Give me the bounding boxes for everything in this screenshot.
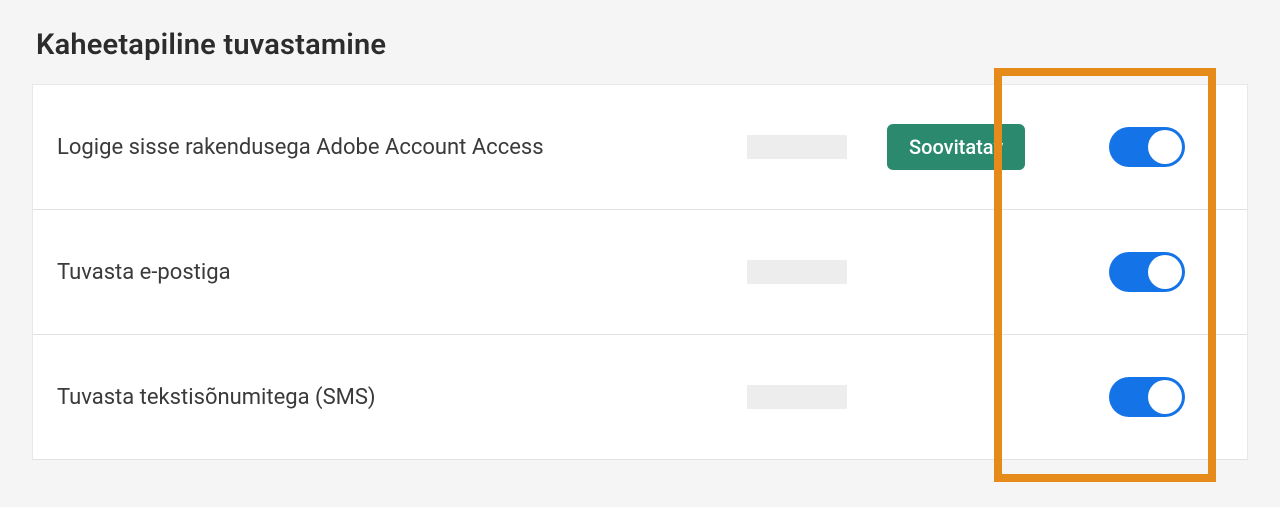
- toggle-email[interactable]: [1109, 252, 1185, 292]
- recommended-badge: Soovitatav: [887, 124, 1025, 170]
- toggle-knob: [1148, 380, 1182, 414]
- row-placeholder-block: [747, 135, 847, 159]
- row-email: Tuvasta e-postiga: [33, 210, 1247, 335]
- row-sms: Tuvasta tekstisõnumitega (SMS): [33, 335, 1247, 460]
- toggle-cell: [1047, 377, 1247, 417]
- row-label: Tuvasta tekstisõnumitega (SMS): [57, 385, 747, 410]
- settings-rows: Logige sisse rakendusega Adobe Account A…: [32, 84, 1248, 460]
- row-placeholder-block: [747, 385, 847, 409]
- section-title: Kaheetapiline tuvastamine: [32, 28, 1248, 62]
- toggle-knob: [1148, 130, 1182, 164]
- toggle-cell: [1047, 127, 1247, 167]
- toggle-sms[interactable]: [1109, 377, 1185, 417]
- row-label: Tuvasta e-postiga: [57, 260, 747, 285]
- row-adobe-account-access: Logige sisse rakendusega Adobe Account A…: [33, 85, 1247, 210]
- toggle-cell: [1047, 252, 1247, 292]
- toggle-adobe-account-access[interactable]: [1109, 127, 1185, 167]
- two-step-verification-section: Kaheetapiline tuvastamine Logige sisse r…: [0, 0, 1280, 460]
- row-placeholder-block: [747, 260, 847, 284]
- toggle-knob: [1148, 255, 1182, 289]
- row-label: Logige sisse rakendusega Adobe Account A…: [57, 135, 747, 160]
- badge-cell: Soovitatav: [887, 124, 1047, 170]
